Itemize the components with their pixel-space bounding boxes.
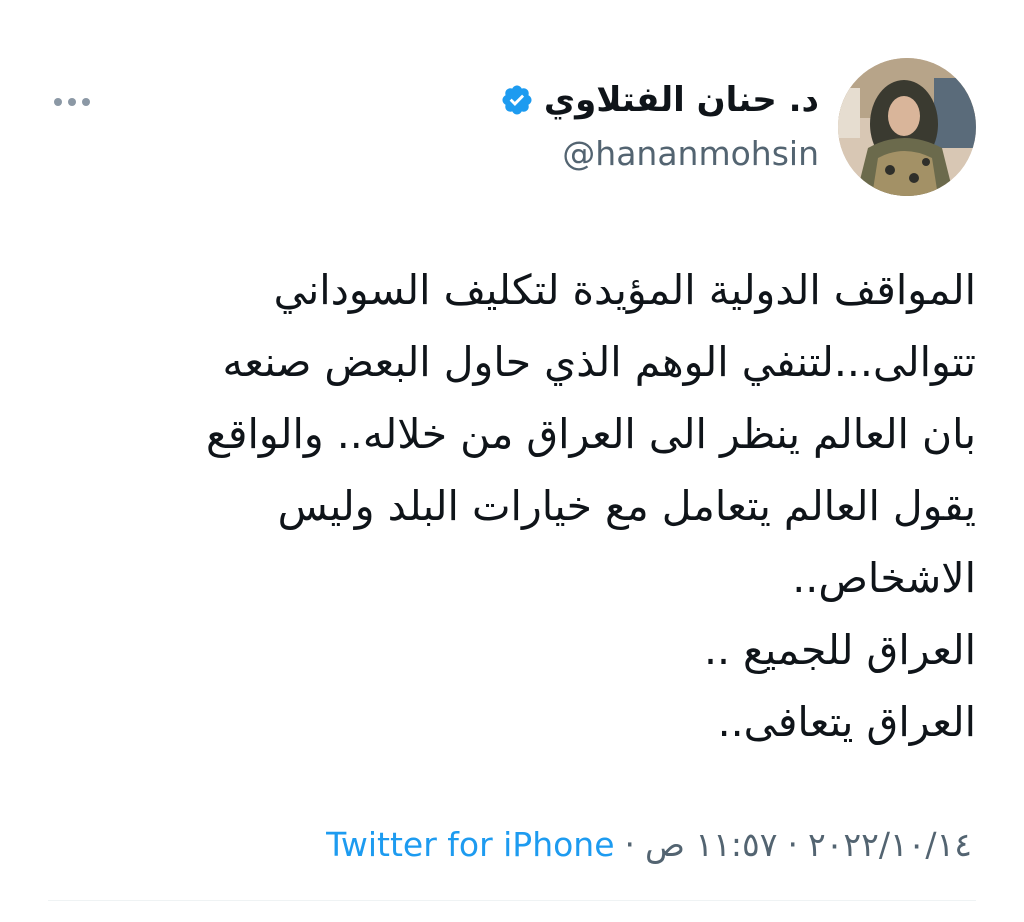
tweet-card: د. حنان الفتلاوي @hananmohsin المواقف ال… xyxy=(0,0,1024,922)
tweet-date[interactable]: ٢٠٢٢/١٠/١٤ xyxy=(808,822,972,868)
tweet-meta: Twitter for iPhone · ١١:٥٧ ص · ٢٠٢٢/١٠/١… xyxy=(326,822,972,868)
avatar-image xyxy=(838,58,976,196)
divider xyxy=(48,900,976,901)
avatar[interactable] xyxy=(838,58,976,196)
author-name-row[interactable]: د. حنان الفتلاوي xyxy=(500,78,819,122)
more-options-icon[interactable] xyxy=(52,96,92,108)
tweet-source-link[interactable]: Twitter for iPhone xyxy=(326,822,614,868)
author-handle[interactable]: @hananmohsin xyxy=(562,132,819,176)
meta-separator: · xyxy=(787,825,798,864)
tweet-text: المواقف الدولية المؤيدة لتكليف السوداني … xyxy=(206,266,976,746)
meta-separator: · xyxy=(624,825,636,864)
verified-badge-icon xyxy=(502,85,532,115)
tweet-time[interactable]: ١١:٥٧ ص xyxy=(645,822,777,868)
author-display-name[interactable]: د. حنان الفتلاوي xyxy=(544,78,819,122)
